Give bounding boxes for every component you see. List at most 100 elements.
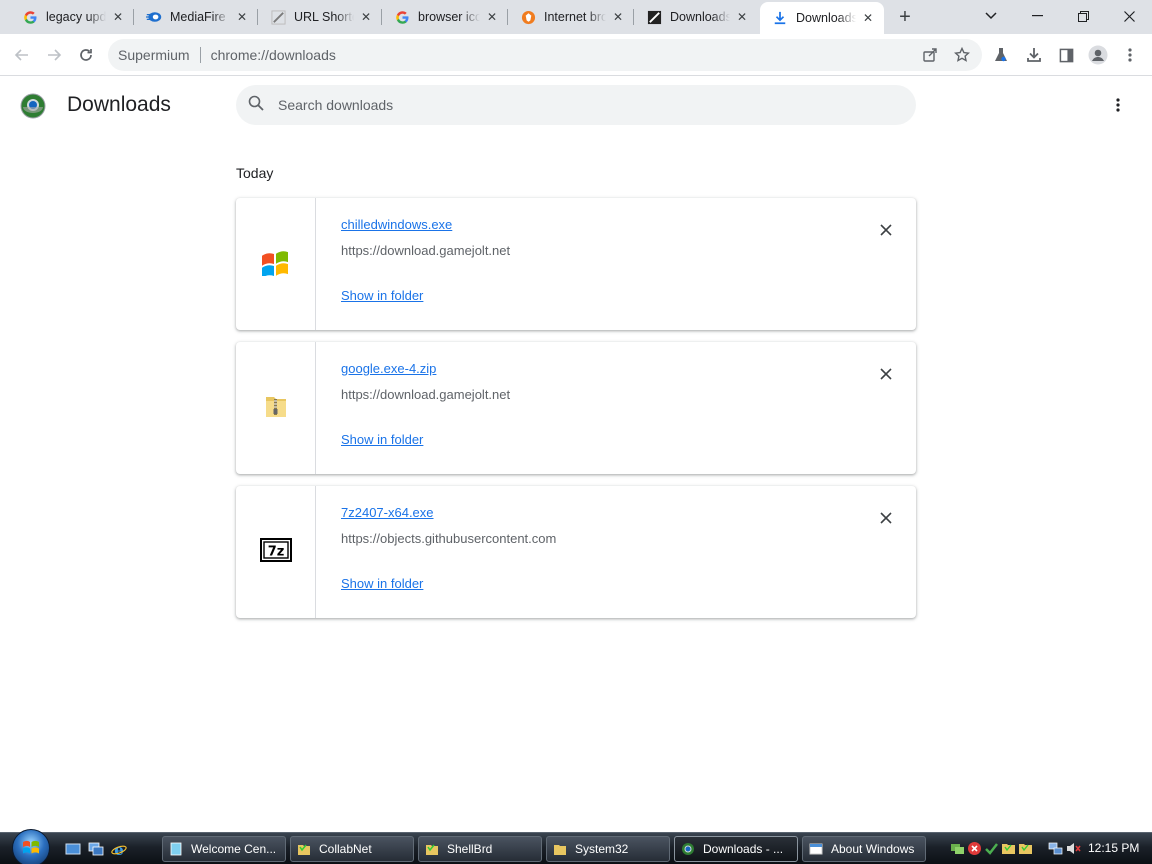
tray-folder-icon[interactable] — [1001, 841, 1016, 856]
svg-text:e: e — [114, 841, 124, 857]
page-title: Downloads — [67, 93, 171, 116]
tab-close-icon[interactable]: ✕ — [234, 9, 250, 25]
search-icon — [248, 95, 264, 116]
download-icon — [772, 10, 788, 26]
security-alert-icon[interactable] — [967, 841, 982, 856]
new-tab-button[interactable]: + — [893, 5, 917, 29]
brave-icon — [520, 9, 536, 25]
tab-close-icon[interactable]: ✕ — [610, 9, 626, 25]
taskbar-button-system32[interactable]: System32 — [546, 836, 670, 862]
tab-downloads-active[interactable]: Downloads ✕ — [760, 2, 884, 34]
link-icon — [270, 9, 286, 25]
restore-button[interactable] — [1060, 0, 1106, 32]
browser-icon — [681, 842, 695, 856]
tab-title: legacy upda — [46, 10, 106, 24]
file-icon-column — [236, 342, 316, 474]
tab-title: MediaFire — [170, 10, 226, 24]
tab-close-icon[interactable]: ✕ — [358, 9, 374, 25]
tab-close-icon[interactable]: ✕ — [734, 9, 750, 25]
tab-search-chevron-icon[interactable] — [968, 0, 1014, 32]
tab-downloads-other[interactable]: Downloads ✕ — [634, 0, 758, 34]
browser-screen: legacy upda ✕ MediaFire ✕ URL Shortener … — [0, 0, 1152, 864]
tab-close-icon[interactable]: ✕ — [110, 9, 126, 25]
downloads-logo-icon — [20, 93, 46, 119]
file-source-url: https://objects.githubusercontent.com — [341, 531, 557, 546]
tab-title: Downloads — [796, 11, 856, 25]
tab-internet-browser[interactable]: Internet browser ✕ — [508, 0, 634, 34]
internet-explorer-icon[interactable]: e — [111, 841, 127, 859]
google-icon — [394, 9, 410, 25]
switch-windows-icon[interactable] — [88, 841, 104, 857]
start-button[interactable] — [12, 829, 50, 864]
show-in-folder-link[interactable]: Show in folder — [341, 576, 423, 591]
page-icon — [646, 9, 662, 25]
network-status-icon[interactable] — [950, 841, 965, 856]
show-desktop-icon[interactable] — [65, 841, 81, 857]
side-panel-icon[interactable] — [1050, 39, 1082, 71]
browser-menu-icon[interactable] — [1114, 39, 1146, 71]
folder-icon — [553, 842, 567, 856]
labs-flask-icon[interactable] — [985, 39, 1017, 71]
address-url[interactable]: chrome://downloads — [211, 47, 336, 63]
mediafire-icon — [146, 9, 162, 25]
tab-mediafire[interactable]: MediaFire ✕ — [134, 0, 258, 34]
taskbar-button-label: CollabNet — [319, 842, 372, 856]
windows-taskbar: e Welcome Cen... CollabNet ShellBrd Syst… — [0, 829, 1152, 864]
downloads-toolbar-icon[interactable] — [1018, 39, 1050, 71]
site-label: Supermium — [118, 47, 190, 63]
tab-title: Downloads — [670, 10, 730, 24]
network-connection-icon[interactable] — [1048, 841, 1063, 856]
taskbar-clock[interactable]: 12:15 PM — [1088, 841, 1139, 855]
address-bar[interactable]: Supermium chrome://downloads — [108, 39, 982, 71]
taskbar-button-collabnet[interactable]: CollabNet — [290, 836, 414, 862]
file-name-link[interactable]: google.exe-4.zip — [341, 361, 436, 376]
search-downloads-bar[interactable] — [236, 85, 916, 125]
file-name-link[interactable]: 7z2407-x64.exe — [341, 505, 434, 520]
remove-download-icon[interactable] — [874, 506, 898, 530]
tab-title: Internet browser — [544, 10, 606, 24]
folder-icon — [297, 842, 311, 856]
bookmark-star-icon[interactable] — [946, 39, 978, 71]
windows-flag-icon — [260, 248, 292, 281]
close-window-button[interactable] — [1106, 0, 1152, 32]
reload-button[interactable] — [70, 39, 102, 71]
taskbar-button-about-windows[interactable]: About Windows — [802, 836, 926, 862]
back-button[interactable] — [6, 39, 38, 71]
remove-download-icon[interactable] — [874, 218, 898, 242]
remove-download-icon[interactable] — [874, 362, 898, 386]
tab-url-shortener[interactable]: URL Shortener ✕ — [258, 0, 382, 34]
file-source-url: https://download.gamejolt.net — [341, 243, 511, 258]
taskbar-button-label: Welcome Cen... — [191, 842, 277, 856]
volume-muted-icon[interactable] — [1066, 841, 1081, 856]
zip-folder-icon — [261, 391, 291, 426]
about-window-icon — [809, 842, 823, 856]
minimize-button[interactable] — [1014, 0, 1060, 32]
browser-toolbar: Supermium chrome://downloads — [0, 34, 1152, 76]
google-icon — [22, 9, 38, 25]
show-in-folder-link[interactable]: Show in folder — [341, 288, 423, 303]
profile-avatar-icon[interactable] — [1082, 39, 1114, 71]
taskbar-button-welcome-center[interactable]: Welcome Cen... — [162, 836, 286, 862]
tab-close-icon[interactable]: ✕ — [484, 9, 500, 25]
checkmark-icon[interactable] — [984, 841, 999, 856]
tab-legacy-update[interactable]: legacy upda ✕ — [10, 0, 134, 34]
taskbar-button-downloads[interactable]: Downloads - ... — [674, 836, 798, 862]
taskbar-button-shellbrd[interactable]: ShellBrd — [418, 836, 542, 862]
download-item: google.exe-4.zip https://download.gamejo… — [236, 342, 916, 474]
tray-folder-icon[interactable] — [1018, 841, 1033, 856]
taskbar-button-label: About Windows — [831, 842, 915, 856]
more-actions-icon[interactable] — [1106, 93, 1130, 117]
taskbar-button-label: System32 — [575, 842, 629, 856]
file-icon-column — [236, 198, 316, 330]
forward-button[interactable] — [38, 39, 70, 71]
welcome-center-icon — [169, 842, 183, 856]
tab-browser-icon[interactable]: browser icon ✕ — [382, 0, 508, 34]
tab-close-icon[interactable]: ✕ — [860, 10, 876, 26]
show-in-folder-link[interactable]: Show in folder — [341, 432, 423, 447]
file-source-url: https://download.gamejolt.net — [341, 387, 511, 402]
search-input[interactable] — [278, 97, 878, 113]
share-icon[interactable] — [914, 39, 946, 71]
tab-title: URL Shortener — [294, 10, 354, 24]
download-item: chilledwindows.exe https://download.game… — [236, 198, 916, 330]
file-name-link[interactable]: chilledwindows.exe — [341, 217, 452, 232]
